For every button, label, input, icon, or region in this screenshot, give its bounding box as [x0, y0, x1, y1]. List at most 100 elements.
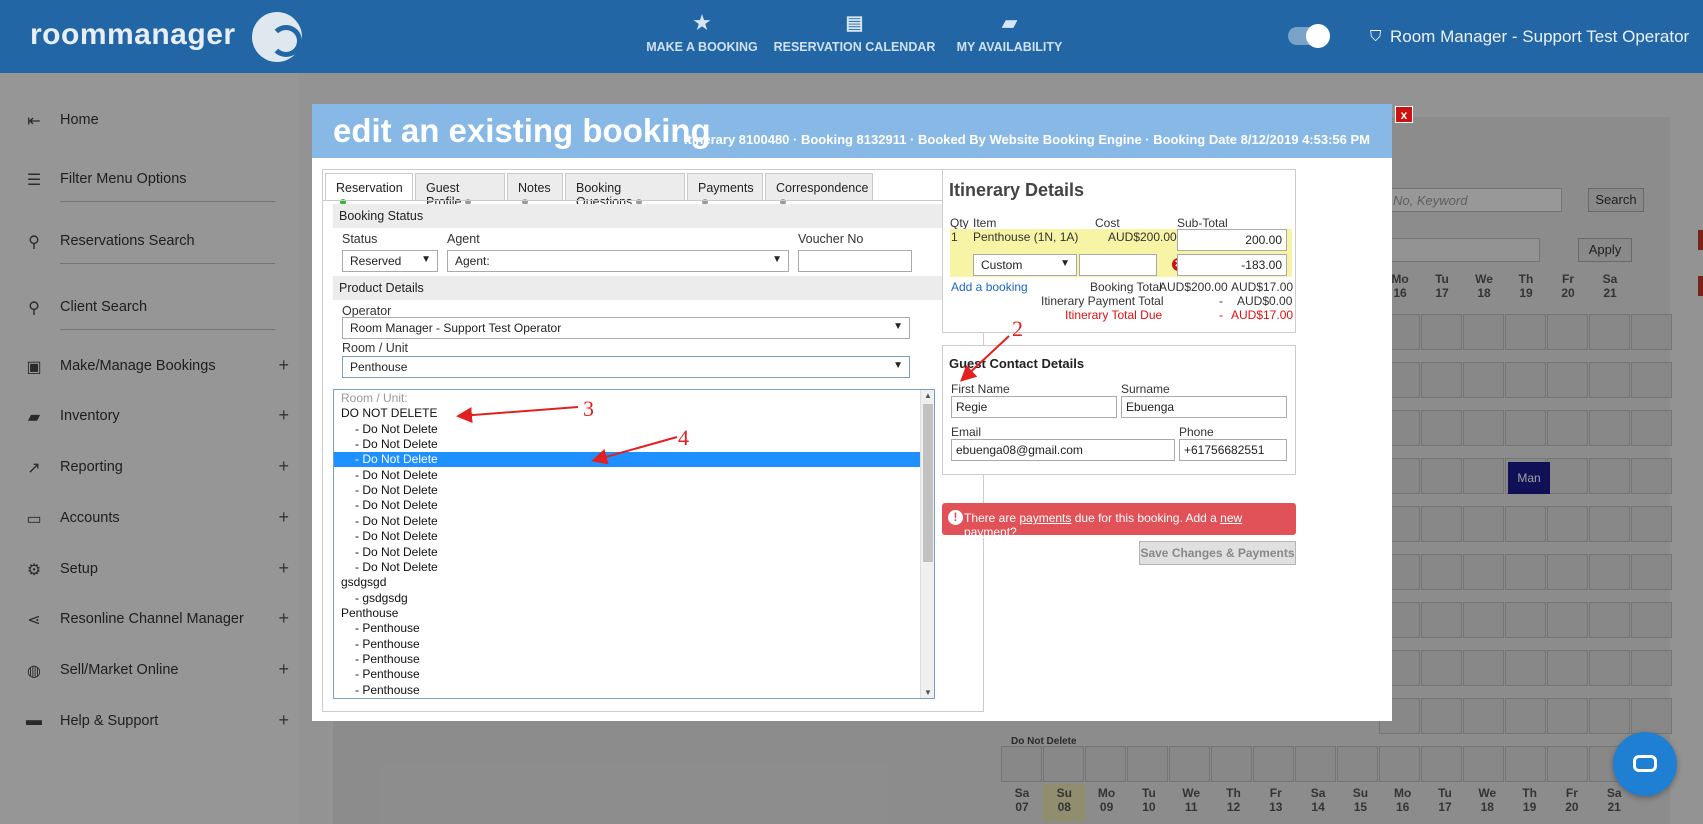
scroll-down-icon[interactable]: ▼ [924, 688, 932, 697]
row-qty: 1 [951, 230, 958, 244]
cost-header: Cost [1095, 216, 1120, 230]
first-name-field[interactable]: Regie [951, 396, 1117, 418]
tab-guest-profile[interactable]: Guest Profile [415, 173, 505, 209]
room-unit-select[interactable]: Penthouse ▼ [342, 356, 910, 378]
surname-label: Surname [1121, 382, 1170, 396]
guest-contact-title: Guest Contact Details [949, 356, 1085, 371]
scroll-up-icon[interactable]: ▲ [924, 391, 932, 400]
subtotal-header: Sub-Total [1177, 216, 1228, 230]
room-option[interactable]: - Penthouse [334, 637, 924, 652]
room-option[interactable]: - Penthouse [334, 667, 924, 682]
tab-notes[interactable]: Notes [507, 173, 563, 205]
operator-name[interactable]: Room Manager - Support Test Operator [1390, 27, 1689, 47]
tab-correspondence[interactable]: Correspondence [765, 173, 873, 205]
adjustment-type-select[interactable]: Custom ▼ [973, 254, 1077, 276]
dropdown-arrow-icon: ▼ [1060, 258, 1070, 269]
room-option[interactable]: - Do Not Delete [334, 560, 924, 575]
qty-header: Qty [950, 216, 969, 230]
agent-label: Agent [447, 232, 480, 246]
adjustment-amount-input[interactable] [1079, 254, 1157, 276]
product-details-section: Product Details [333, 276, 973, 300]
room-unit-dropdown-list[interactable]: Room / Unit: DO NOT DELETE - Do Not Delete… [333, 389, 935, 699]
close-modal-icon[interactable]: x [1395, 106, 1413, 123]
email-field[interactable]: ebuenga08@gmail.com [951, 439, 1175, 461]
modal-title: edit an existing booking [333, 112, 711, 149]
chat-support-button[interactable] [1613, 732, 1677, 796]
row-item: Penthouse (1N, 1A) [973, 230, 1079, 244]
chat-bubble-icon [1633, 755, 1657, 772]
surname-field[interactable]: Ebuenga [1121, 396, 1287, 418]
room-option[interactable]: - Do Not Delete [334, 514, 924, 529]
row-cost: AUD$200.00 [1108, 230, 1177, 244]
booking-total-label: Booking Total [1090, 280, 1162, 294]
voucher-label: Voucher No [798, 232, 864, 246]
shield-icon: ⛉ [1370, 28, 1382, 45]
payment-total-label: Itinerary Payment Total [1041, 294, 1164, 308]
option-placeholder[interactable]: Room / Unit: [334, 391, 924, 406]
nav-my-availability[interactable]: ▰ MY AVAILABILITY [952, 13, 1067, 55]
room-option[interactable]: - Do Not Delete [334, 422, 924, 437]
room-option[interactable]: - Do Not Delete [334, 529, 924, 544]
room-option[interactable]: - Do Not Delete [334, 468, 924, 483]
scrollbar-thumb[interactable] [923, 404, 933, 562]
room-option[interactable]: - Do Not Delete [334, 498, 924, 513]
list-scrollbar[interactable]: ▲ ▼ [920, 390, 934, 698]
adjustment-subtotal-input[interactable]: -183.00 [1177, 254, 1287, 276]
dropdown-arrow-icon: ▼ [893, 360, 903, 371]
room-option[interactable]: - Penthouse [334, 652, 924, 667]
option-group[interactable]: gsdgsgd [334, 575, 924, 590]
room-option[interactable]: - Do Not Delete [334, 545, 924, 560]
operator-select[interactable]: Room Manager - Support Test Operator ▼ [342, 317, 910, 339]
phone-field[interactable]: +61756682551 [1179, 439, 1287, 461]
nav-make-a-booking[interactable]: ★ MAKE A BOOKING [640, 13, 764, 55]
option-group[interactable]: DO NOT DELETE [334, 406, 924, 421]
tab-reservation[interactable]: Reservation [325, 173, 413, 205]
tab-divider [323, 200, 983, 201]
email-label: Email [951, 425, 982, 439]
annotation-number-2: 2 [1012, 316, 1023, 341]
annotation-number-3: 3 [583, 396, 594, 421]
star-icon: ★ [693, 13, 711, 34]
room-option[interactable]: - Penthouse [334, 621, 924, 636]
bed-icon: ▰ [1002, 13, 1017, 34]
tab-payments[interactable]: Payments [687, 173, 763, 205]
dropdown-arrow-icon: ▼ [772, 254, 782, 265]
booking-info: Itinerary 8100480 · Booking 8132911 · Bo… [683, 132, 1370, 147]
phone-label: Phone [1179, 425, 1214, 439]
calendar-icon: ▤ [845, 13, 864, 34]
room-option[interactable]: - Do Not Delete [334, 437, 924, 452]
room-option[interactable]: - Do Not Delete [334, 452, 924, 468]
option-group[interactable]: Penthouse [334, 606, 924, 621]
logo-icon [252, 12, 302, 62]
voucher-input[interactable] [798, 250, 912, 272]
payment-due-alert: ! There are payments due for this bookin… [942, 503, 1296, 539]
room-option[interactable]: - Do Not Delete [334, 483, 924, 498]
booking-total-value: AUD$17.00 [1231, 280, 1294, 294]
dropdown-arrow-icon: ▼ [893, 321, 903, 332]
total-due-value: AUD$17.00 [1231, 308, 1294, 322]
booking-status-section: Booking Status [333, 204, 973, 228]
payment-total-dash: - [1219, 294, 1223, 308]
logo-text: roommanager [30, 18, 236, 51]
payments-link[interactable]: payments [1019, 511, 1071, 525]
save-changes-button[interactable]: Save Changes & Payments [1139, 541, 1296, 565]
item-header: Item [973, 216, 997, 230]
add-booking-link[interactable]: Add a booking [951, 280, 1028, 294]
theme-toggle[interactable] [1288, 24, 1330, 48]
status-select[interactable]: Reserved ▼ [342, 250, 438, 272]
edit-booking-modal: edit an existing booking Itinerary 81004… [312, 104, 1392, 721]
room-option[interactable]: - Penthouse [334, 683, 924, 698]
tab-booking-questions[interactable]: Booking Questions [565, 173, 685, 209]
guest-contact-panel: Guest Contact Details First Name Surname… [942, 345, 1296, 475]
total-due-label: Itinerary Total Due [1065, 308, 1163, 322]
nav-reservation-calendar[interactable]: ▤ RESERVATION CALENDAR [773, 13, 936, 55]
payment-total-value: AUD$0.00 [1237, 294, 1293, 308]
top-navigation-bar: roommanager ★ MAKE A BOOKING ▤ RESERVATI… [0, 0, 1703, 73]
row-subtotal-input[interactable]: 200.00 [1177, 229, 1287, 251]
room-unit-label: Room / Unit [342, 341, 408, 355]
itinerary-details-panel: Itinerary Details Qty Item Cost Sub-Tota… [942, 169, 1296, 333]
itinerary-title: Itinerary Details [949, 180, 1085, 200]
agent-select[interactable]: Agent: ▼ [447, 250, 789, 272]
total-due-dash: - [1219, 308, 1223, 322]
room-option[interactable]: - gsdgsdg [334, 591, 924, 606]
